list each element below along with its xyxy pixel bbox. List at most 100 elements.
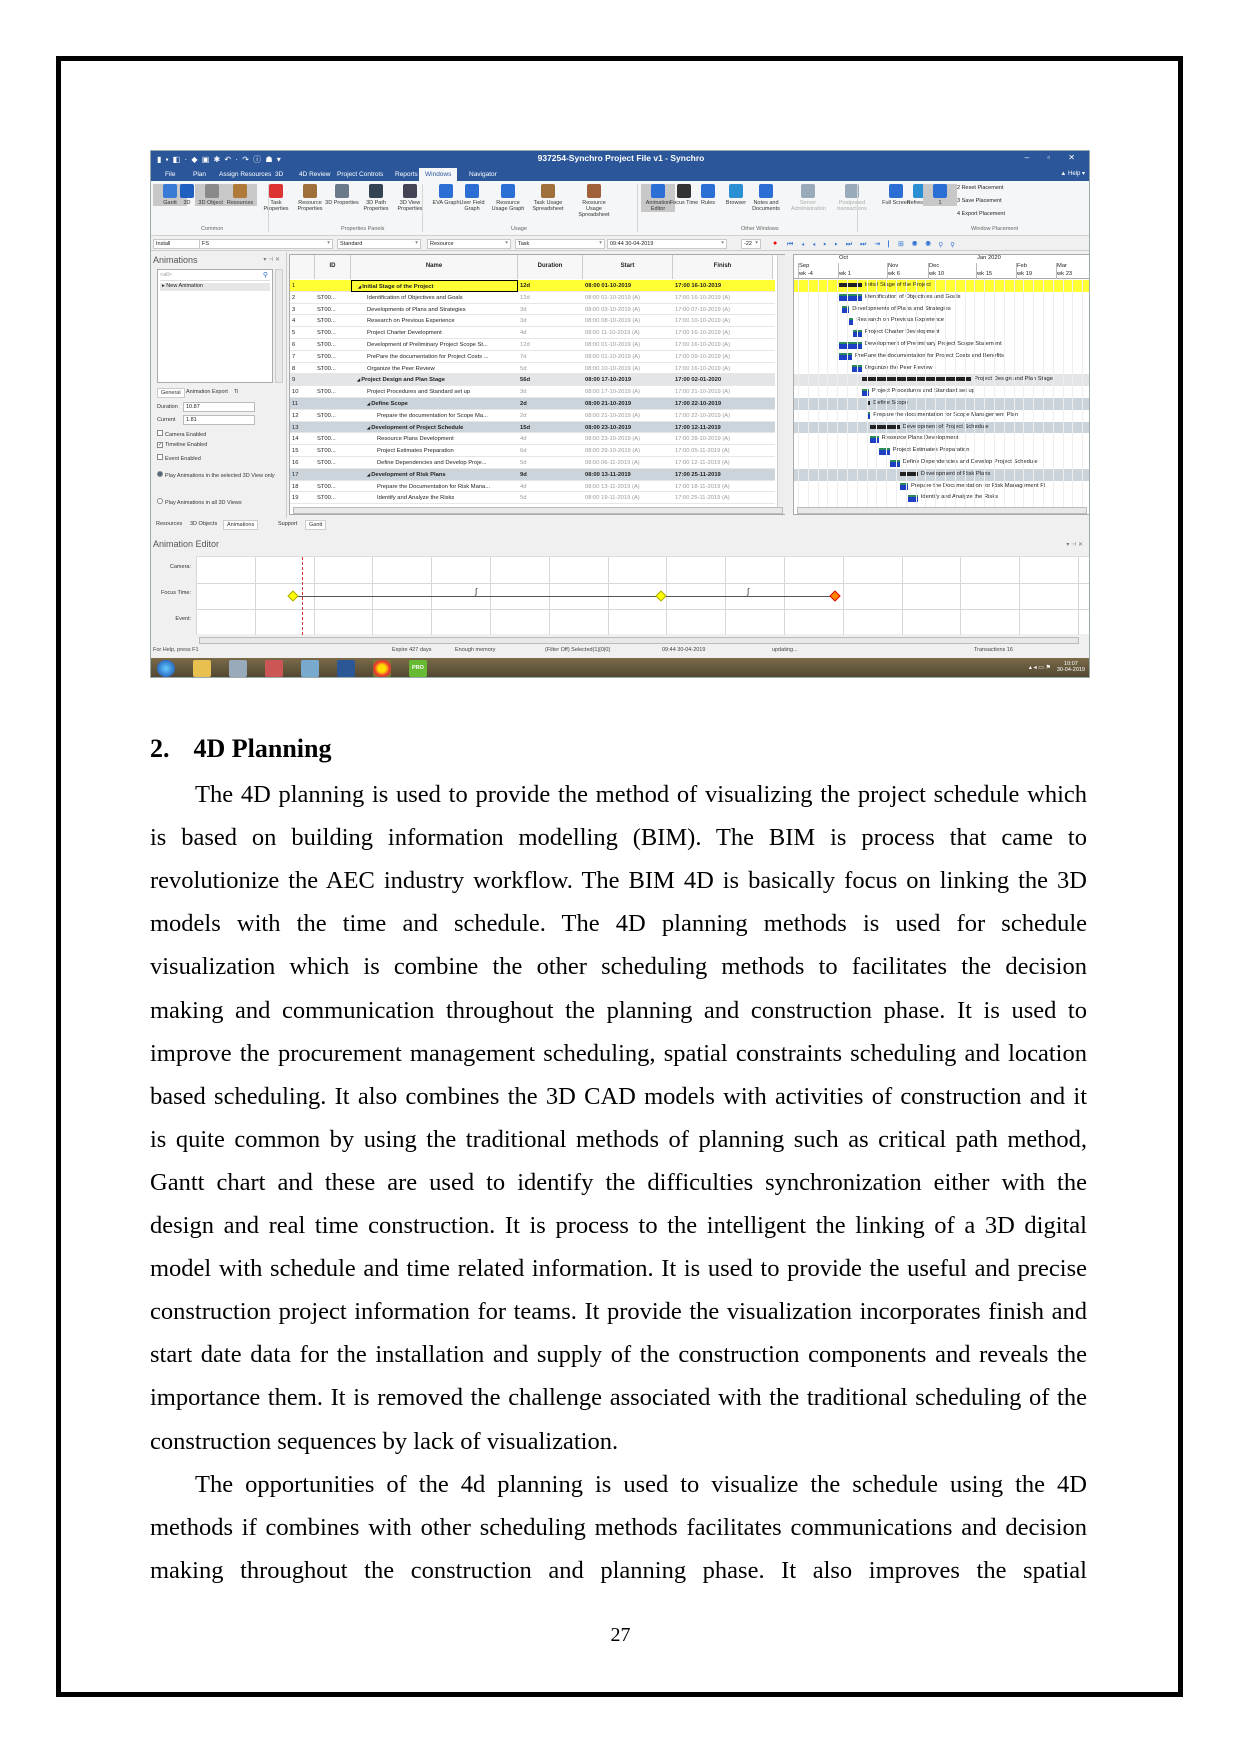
duration-field[interactable]: 10.87: [183, 402, 255, 412]
cell-name[interactable]: Prepare the documentation for Scope Ma..…: [351, 410, 518, 422]
cell-name[interactable]: Prepare the Documentation for Risk Mana.…: [351, 481, 518, 493]
table-row[interactable]: 8 ST00... Organize the Peer Review 5d 08:00 …: [290, 362, 775, 375]
task-bar[interactable]: [867, 412, 871, 420]
task-bar[interactable]: [839, 341, 862, 349]
cell-name[interactable]: Developments of Plans and Strategies: [351, 304, 518, 316]
ribbon-browser-button[interactable]: Browser: [719, 184, 753, 206]
keyframe-diamond[interactable]: [655, 590, 667, 602]
window-controls[interactable]: – ▫ ✕: [1025, 153, 1083, 162]
clock[interactable]: 10:07 30-04-2019: [1057, 661, 1085, 673]
table-row[interactable]: 18 ST00... Prepare the Documentation for R…: [290, 480, 775, 493]
tab-assign-resources[interactable]: Assign Resources: [213, 168, 277, 181]
tab-navigator[interactable]: Navigator: [463, 168, 503, 181]
offset-field[interactable]: -22: [741, 239, 761, 249]
cell-name[interactable]: Identify and Analyze the Risks: [351, 492, 518, 504]
placement-item[interactable]: 3 Save Placement: [957, 198, 1002, 204]
search-icon[interactable]: ⚲: [263, 271, 268, 279]
datetime-field[interactable]: 09:44 30-04-2019: [607, 239, 727, 249]
panel-controls[interactable]: ▾ ⊣ ✕: [263, 256, 280, 263]
summary-bar[interactable]: [839, 283, 862, 287]
checkbox-camera-enabled[interactable]: Camera Enabled: [157, 430, 206, 438]
table-row[interactable]: 17 ◢ Development of Risk Plans 9d 08:00 13-…: [290, 468, 775, 481]
table-row[interactable]: 6 ST00... Development of Preliminary Proje…: [290, 339, 775, 351]
chrome-icon[interactable]: [373, 660, 391, 677]
ribbon-3d-properties-button[interactable]: 3D Properties: [325, 184, 359, 206]
tab-windows[interactable]: Windows: [419, 168, 458, 181]
table-row[interactable]: 11 ◢ Define Scope 2d 08:00 21-10-2019 17:00 …: [290, 398, 775, 410]
table-row[interactable]: 4 ST00... Research on Previous Experience 3…: [290, 315, 775, 328]
ribbon-task-usage-spreadsheet-button[interactable]: Task Usage Spreadsheet: [531, 184, 565, 212]
table-row[interactable]: 13 ◢ Development of Project Schedule 15d 08…: [290, 421, 775, 434]
filter-input[interactable]: <all>: [160, 272, 270, 281]
ribbon-resources-button[interactable]: Resources: [223, 184, 257, 206]
word-icon[interactable]: [337, 660, 355, 677]
paint-icon[interactable]: [265, 660, 283, 677]
task-bar[interactable]: [878, 447, 890, 455]
keyframe-diamond[interactable]: [287, 590, 299, 602]
table-vscroll[interactable]: [777, 255, 785, 514]
animation-editor-controls[interactable]: ▾ ⊣ ✕: [1066, 541, 1083, 548]
notepad-icon[interactable]: [301, 660, 319, 677]
bottom-tab-animations[interactable]: Animations: [223, 520, 259, 530]
summary-bar[interactable]: [867, 401, 871, 405]
checkbox-box[interactable]: [157, 430, 163, 436]
ribbon-user-field-graph-button[interactable]: User Field Graph: [455, 184, 489, 212]
cell-name[interactable]: ◢ Project Design and Plan Stage: [351, 374, 518, 386]
table-row[interactable]: 2 ST00... Identification of Objectives and…: [290, 291, 775, 304]
toolbar-combo[interactable]: Standard: [337, 239, 421, 249]
task-bar[interactable]: [839, 353, 852, 361]
playback-controls[interactable]: ⏮ ◂ ◂ ▸ ▸ ⏭ ⏭ ⇥ ▏⊞ ◉ ◉ ⚲ ⚲: [787, 240, 957, 249]
animation-timeline[interactable]: ∫ ∫: [196, 556, 1089, 635]
cell-name[interactable]: Development of Preliminary Project Scope…: [351, 339, 518, 351]
task-bar[interactable]: [861, 388, 869, 396]
table-row[interactable]: 12 ST00... Prepare the documentation for S…: [290, 409, 775, 422]
file-explorer-icon[interactable]: [193, 660, 211, 677]
tab-plan[interactable]: Plan: [187, 168, 212, 181]
cell-name[interactable]: Research on Previous Experience: [351, 315, 518, 327]
cell-name[interactable]: Project Estimates Preparation: [351, 445, 518, 457]
column-header-duration[interactable]: Duration: [518, 255, 583, 279]
placement-item[interactable]: 2 Reset Placement: [957, 185, 1003, 191]
table-row[interactable]: 3 ST00... Developments of Plans and Strate…: [290, 303, 775, 316]
calculator-icon[interactable]: [229, 660, 247, 677]
panel-tab[interactable]: Animation Export: [183, 388, 231, 396]
ribbon-notes-and-documents-button[interactable]: Notes and Documents: [749, 184, 783, 212]
tab-3d[interactable]: 3D: [269, 168, 289, 181]
ribbon-1-button[interactable]: 1: [923, 184, 957, 206]
table-row[interactable]: 15 ST00... Project Estimates Preparation 6d…: [290, 445, 775, 457]
checkbox-event-enabled[interactable]: Event Enabled: [157, 454, 201, 462]
task-bar[interactable]: [849, 317, 854, 325]
help-menu[interactable]: ▲ Help ▾: [1060, 170, 1085, 177]
tab-project-controls[interactable]: Project Controls: [331, 168, 389, 181]
radio-button[interactable]: [157, 471, 163, 477]
cell-name[interactable]: Organize the Peer Review: [351, 363, 518, 375]
cell-name[interactable]: Project Procedures and Standard set up: [351, 386, 518, 398]
ribbon-resource-properties-button[interactable]: Resource Properties: [293, 184, 327, 212]
gantt-hscroll[interactable]: [797, 507, 1087, 514]
checkbox-timeline-enabled[interactable]: ✓ Timeline Enabled: [157, 442, 207, 448]
cell-name[interactable]: ◢ Development of Risk Plans: [351, 469, 518, 481]
ribbon-postponed-transactions-button[interactable]: Postponed transactions: [835, 184, 869, 212]
column-header-id[interactable]: ID: [315, 255, 351, 279]
list-item[interactable]: ▸ New Animation: [160, 283, 270, 291]
column-header-finish[interactable]: Finish: [673, 255, 773, 279]
table-row[interactable]: 9 ◢ Project Design and Plan Stage 56d 08:00…: [290, 374, 775, 387]
cell-name[interactable]: ◢ Initial Stage of the Project: [351, 280, 518, 292]
cell-name[interactable]: ◢ Development of Project Schedule: [351, 422, 518, 434]
panel-tab[interactable]: General: [157, 388, 185, 398]
task-bar[interactable]: [889, 459, 900, 467]
table-row[interactable]: 14 ST00... Resource Plans Development 4d 08:…: [290, 433, 775, 446]
table-row[interactable]: 16 ST00... Define Dependencies and Develop…: [290, 457, 775, 469]
radio-button[interactable]: [157, 498, 163, 504]
ribbon-resource-usage-spreadsheet-button[interactable]: Resource Usage Spreadsheet: [577, 184, 611, 218]
bottom-tab-support[interactable]: Support: [275, 520, 300, 528]
table-row[interactable]: 1 ◢ Initial Stage of the Project 12d 08:00 …: [290, 280, 775, 292]
list-scrollbar[interactable]: [275, 269, 283, 383]
task-bar[interactable]: [839, 294, 862, 302]
start-orb-icon[interactable]: [157, 660, 175, 677]
panel-tab[interactable]: Ti: [231, 388, 241, 396]
toolbar-combo[interactable]: Resource: [427, 239, 511, 249]
tab-file[interactable]: File: [159, 168, 181, 181]
toolbar-combo[interactable]: Task: [515, 239, 605, 249]
placement-item[interactable]: 4 Export Placement: [957, 211, 1005, 217]
